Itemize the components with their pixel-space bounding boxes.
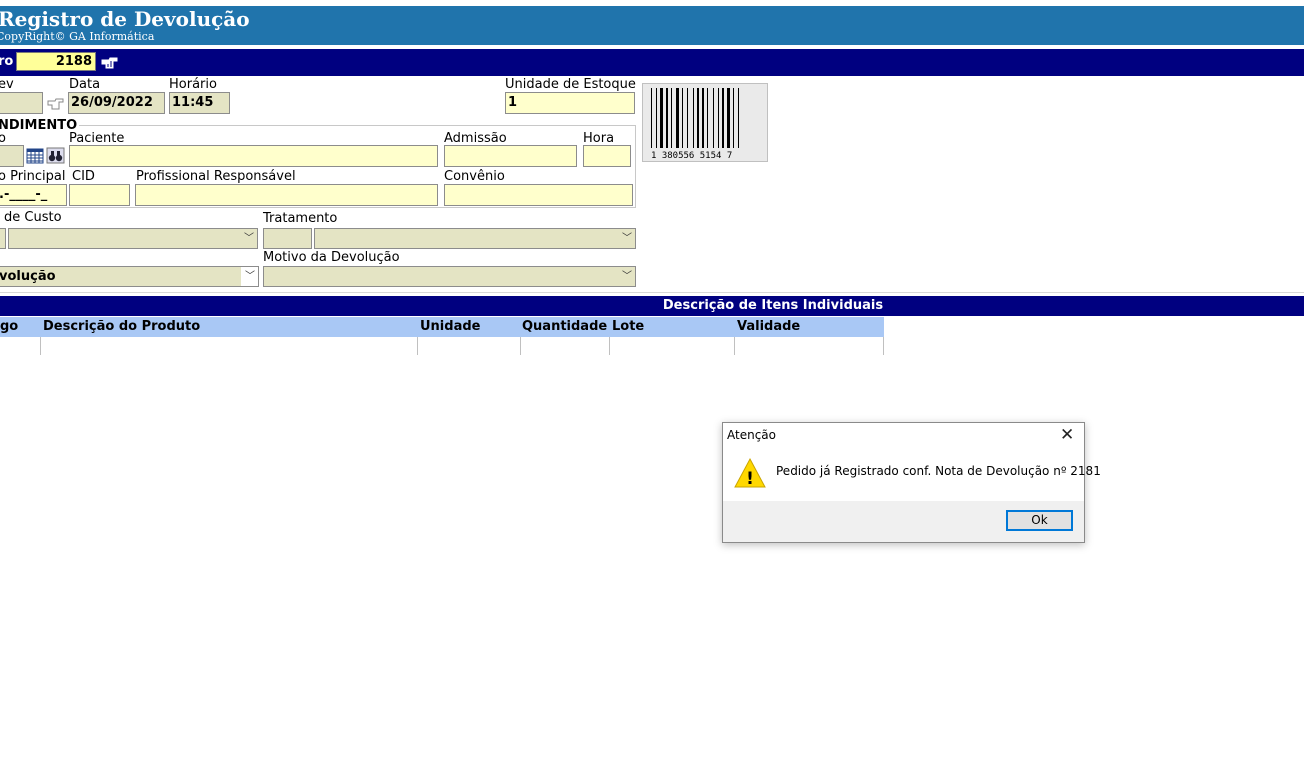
binoculars-icon[interactable] [46,147,65,168]
dialog-message: Pedido já Registrado conf. Nota de Devol… [776,464,1101,478]
diagnostico-principal-field[interactable]: .-____-_ [0,184,67,206]
hora-field[interactable] [583,145,631,167]
motivo-select[interactable]: ﹀ [263,266,636,287]
convenio-field[interactable] [444,184,633,206]
warning-glyph: ! [746,469,754,489]
chevron-down-icon: ﹀ [622,271,632,282]
barcode-digits: 1 380556 5154 7 [651,151,732,161]
hora-label: Hora [583,131,615,146]
tratamento-label: Tratamento [263,211,338,226]
col-lote[interactable]: Lote [612,319,644,334]
column-divider [609,337,610,355]
dialog-title: Atenção [727,428,776,442]
column-divider [40,337,41,355]
tipo-devolucao-value: volução [0,267,241,286]
paciente-label: Paciente [69,131,125,146]
centro-custo-label: de Custo [4,210,62,225]
document-bar [0,49,1304,76]
document-number-label: ro [0,54,14,69]
calendar-icon[interactable] [26,147,44,168]
col-validade[interactable]: Validade [737,319,800,334]
dev-label: ev [0,77,14,92]
column-divider [883,337,884,355]
copyright-text: CopyRight© GA Informática [0,30,155,43]
page-title: Registro de Devolução [0,7,250,31]
barcode-image: 1 380556 5154 7 [642,83,768,162]
col-quantidade[interactable]: Quantidade [522,319,607,334]
column-divider [417,337,418,355]
cid-label: CID [72,169,95,184]
unidade-estoque-field[interactable]: 1 [505,92,635,114]
pointing-hand-icon[interactable] [101,56,119,74]
warning-icon: ! [733,457,767,493]
data-field[interactable]: 26/09/2022 [68,92,165,114]
column-divider [520,337,521,355]
chevron-down-icon: ﹀ [245,271,255,282]
atendimento-number-field[interactable] [0,145,24,167]
dev-field[interactable] [0,92,43,114]
data-label: Data [69,77,101,92]
profissional-label: Profissional Responsável [136,169,296,184]
unidade-estoque-label: Unidade de Estoque [505,77,636,92]
chevron-down-icon: ﹀ [244,233,254,244]
document-number-field[interactable]: 2188 [16,52,96,71]
horario-field[interactable]: 11:45 [169,92,230,114]
close-icon[interactable]: ✕ [1060,425,1074,445]
paciente-field[interactable] [69,145,438,167]
col-descricao[interactable]: Descrição do Produto [43,319,200,334]
tratamento-select[interactable]: ﹀ [314,228,636,249]
atendimento-col0-label: o [0,131,6,146]
atendimento-title: NDIMENTO [0,118,80,133]
tratamento-code[interactable] [263,228,312,249]
chevron-down-icon: ﹀ [622,233,632,244]
cid-field[interactable] [69,184,130,206]
col-unidade[interactable]: Unidade [420,319,480,334]
col-codigo[interactable]: go [0,319,18,334]
items-section-title: Descrição de Itens Individuais [662,298,884,313]
profissional-field[interactable] [135,184,438,206]
tipo-devolucao-select[interactable]: volução ﹀ [0,266,259,287]
convenio-label: Convênio [444,169,505,184]
admissao-label: Admissão [444,131,507,146]
diagnostico-principal-label: o Principal [0,169,66,184]
centro-custo-code[interactable] [0,228,6,249]
column-divider [734,337,735,355]
ok-button[interactable]: Ok [1006,510,1073,531]
alert-dialog: Atenção ✕ ! Pedido já Registrado conf. N… [722,422,1101,543]
admissao-field[interactable] [444,145,577,167]
divider [0,292,1304,293]
horario-label: Horário [169,77,217,92]
pointing-hand-icon[interactable] [47,97,65,115]
motivo-label: Motivo da Devolução [263,250,400,265]
centro-custo-select[interactable]: ﹀ [8,228,258,249]
